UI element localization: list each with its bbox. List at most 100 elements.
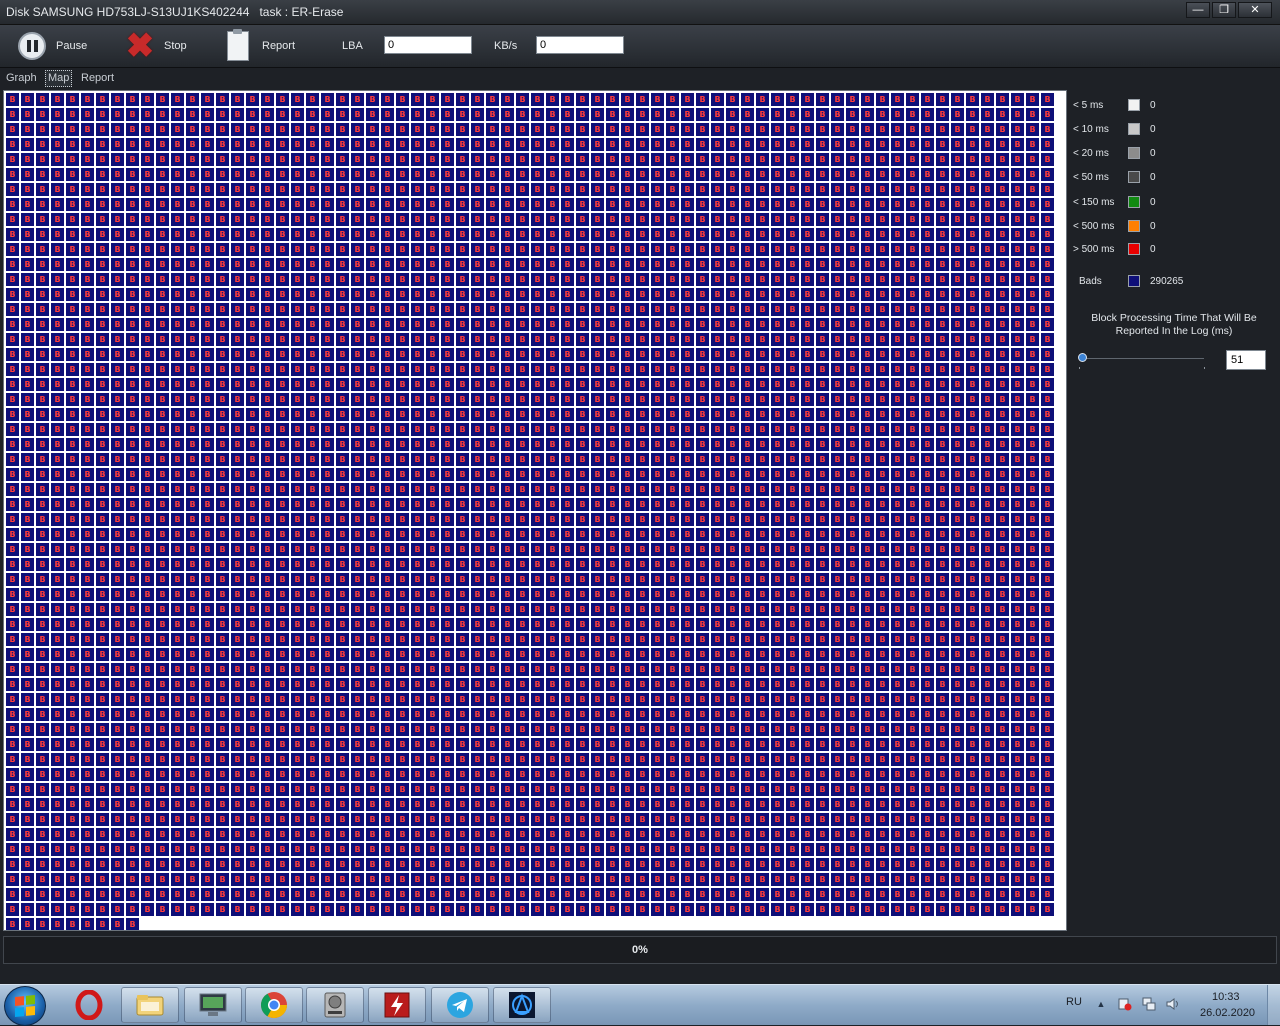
map-block-bad: B (981, 693, 994, 706)
map-block-bad: B (366, 708, 379, 721)
map-block-bad: B (36, 228, 49, 241)
map-block-bad: B (306, 333, 319, 346)
block-time-input[interactable] (1226, 350, 1266, 370)
language-indicator[interactable]: RU (1066, 996, 1082, 1008)
tab-graph[interactable]: Graph (4, 71, 39, 86)
map-block-bad: B (276, 708, 289, 721)
map-block-bad: B (636, 243, 649, 256)
map-block-bad: B (666, 288, 679, 301)
map-block-bad: B (741, 813, 754, 826)
map-block-bad: B (306, 423, 319, 436)
clock-date[interactable]: 26.02.2020 (1200, 1007, 1255, 1019)
block-time-slider[interactable] (1078, 352, 1206, 369)
map-block-bad: B (726, 813, 739, 826)
map-block-bad: B (231, 543, 244, 556)
pause-button[interactable]: Pause (16, 29, 87, 63)
map-block-bad: B (261, 168, 274, 181)
taskbar-app-monitor[interactable] (184, 987, 242, 1023)
taskbar-app-vpn[interactable] (493, 987, 551, 1023)
tray-security-icon[interactable] (1118, 997, 1132, 1011)
legend-label: < 150 ms (1073, 197, 1115, 208)
map-block-bad: B (861, 783, 874, 796)
map-block-bad: B (981, 393, 994, 406)
map-block-bad: B (96, 903, 109, 916)
map-block-bad: B (426, 603, 439, 616)
taskbar-app-chrome[interactable] (245, 987, 303, 1023)
stop-button[interactable]: ✖ Stop (124, 29, 187, 63)
map-block-bad: B (786, 228, 799, 241)
map-block-bad: B (366, 438, 379, 451)
map-block-bad: B (171, 618, 184, 631)
taskbar-app-telegram[interactable] (431, 987, 489, 1023)
map-block-bad: B (276, 348, 289, 361)
taskbar-app-flash[interactable] (368, 987, 426, 1023)
map-block-bad: B (696, 633, 709, 646)
map-block-bad: B (486, 363, 499, 376)
taskbar-app-hdd-tool[interactable] (306, 987, 364, 1023)
map-block-bad: B (21, 873, 34, 886)
map-block-bad: B (486, 393, 499, 406)
map-block-bad: B (621, 828, 634, 841)
slider-tick (1204, 367, 1205, 369)
map-block-bad: B (711, 438, 724, 451)
taskbar-app-explorer[interactable] (121, 987, 179, 1023)
map-block-bad: B (501, 528, 514, 541)
map-block-bad: B (66, 723, 79, 736)
map-block-bad: B (126, 198, 139, 211)
map-block-bad: B (111, 678, 124, 691)
map-block-bad: B (951, 708, 964, 721)
map-block-bad: B (396, 303, 409, 316)
map-block-bad: B (966, 273, 979, 286)
network-icon[interactable] (1142, 997, 1156, 1011)
restore-button[interactable]: ❐ (1212, 2, 1236, 18)
tray-expand-icon[interactable]: ▲ (1094, 997, 1108, 1011)
tab-report[interactable]: Report (79, 71, 116, 86)
report-button[interactable]: Report (222, 29, 295, 63)
map-block-bad: B (81, 798, 94, 811)
map-block-bad: B (471, 273, 484, 286)
map-block-bad: B (936, 93, 949, 106)
start-button[interactable] (4, 986, 46, 1026)
map-block-bad: B (891, 843, 904, 856)
map-block-bad: B (381, 423, 394, 436)
map-block-bad: B (846, 648, 859, 661)
map-block-bad: B (486, 153, 499, 166)
map-block-bad: B (141, 348, 154, 361)
map-block-bad: B (876, 693, 889, 706)
map-block-bad: B (126, 843, 139, 856)
map-block-bad: B (1011, 498, 1024, 511)
tab-map[interactable]: Map (45, 70, 73, 87)
map-block-bad: B (501, 753, 514, 766)
map-block-bad: B (201, 483, 214, 496)
taskbar-app-opera[interactable] (60, 987, 118, 1023)
kbs-field[interactable] (536, 36, 624, 54)
map-block-bad: B (876, 708, 889, 721)
map-block-bad: B (231, 183, 244, 196)
map-block-bad: B (501, 423, 514, 436)
lba-field[interactable] (384, 36, 472, 54)
map-block-bad: B (681, 168, 694, 181)
map-block-bad: B (921, 633, 934, 646)
clock-time[interactable]: 10:33 (1212, 991, 1240, 1003)
map-block-bad: B (411, 198, 424, 211)
minimize-button[interactable]: — (1186, 2, 1210, 18)
map-block-bad: B (846, 198, 859, 211)
slider-thumb[interactable] (1078, 353, 1087, 362)
map-block-bad: B (81, 753, 94, 766)
map-block-bad: B (291, 663, 304, 676)
volume-icon[interactable] (1166, 997, 1180, 1011)
map-block-bad: B (936, 228, 949, 241)
map-block-bad: B (126, 243, 139, 256)
map-block-bad: B (996, 138, 1009, 151)
map-block-bad: B (741, 228, 754, 241)
map-block-bad: B (186, 603, 199, 616)
map-block-bad: B (531, 408, 544, 421)
map-block-bad: B (981, 618, 994, 631)
show-desktop-button[interactable] (1267, 985, 1280, 1025)
close-button[interactable]: ✕ (1238, 2, 1272, 18)
map-block-bad: B (621, 438, 634, 451)
map-block-bad: B (771, 723, 784, 736)
map-block-bad: B (681, 903, 694, 916)
map-block-bad: B (426, 813, 439, 826)
map-block-bad: B (561, 708, 574, 721)
